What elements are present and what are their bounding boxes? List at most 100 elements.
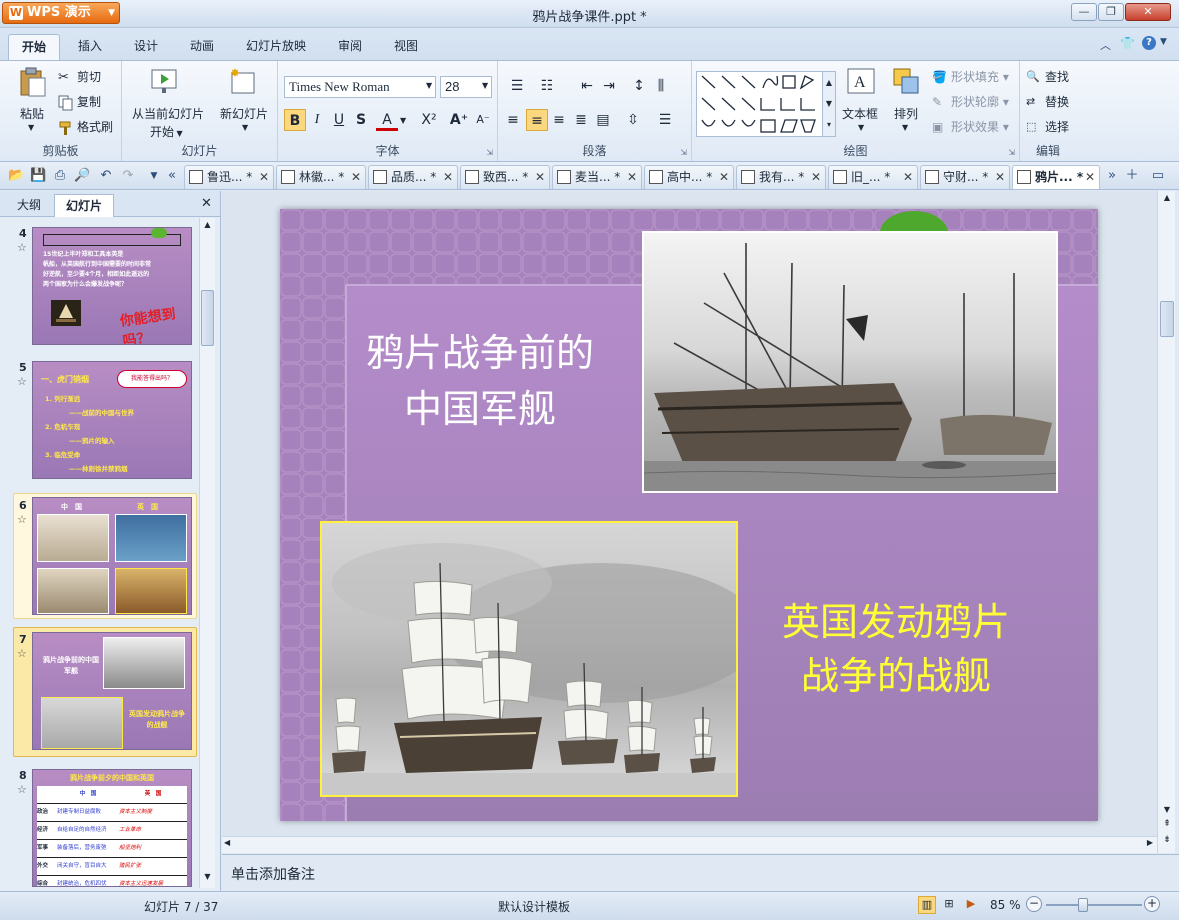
doc-tab[interactable]: 守财... * ✕ bbox=[920, 165, 1010, 189]
decrease-indent-icon[interactable]: ⇤ bbox=[576, 75, 598, 97]
doc-tab[interactable]: 品质... * ✕ bbox=[368, 165, 458, 189]
tab-insert[interactable]: 插入 bbox=[64, 34, 116, 60]
slide-thumb-8[interactable]: 8 ☆ 鸦片战争前夕的中国和英国 中 国 英 国 政治 封建专制日益腐败 资本主义制度… bbox=[0, 769, 200, 887]
dialog-launcher-icon[interactable]: ⇲ bbox=[680, 148, 687, 157]
tabs-scroll-left-icon[interactable]: « bbox=[164, 168, 180, 184]
normal-view-icon[interactable]: ▥ bbox=[918, 896, 936, 914]
chevron-down-icon[interactable]: ▼ bbox=[426, 81, 432, 90]
underline-button[interactable]: U bbox=[328, 109, 350, 131]
bullets-icon[interactable]: ☰ bbox=[506, 75, 528, 97]
scroll-left-icon[interactable]: ◀ bbox=[224, 838, 230, 847]
zoom-in-button[interactable]: + bbox=[1144, 896, 1160, 912]
restore-button[interactable]: ❐ bbox=[1098, 3, 1124, 21]
print-preview-icon[interactable]: 🔎 bbox=[74, 168, 90, 184]
new-slide-button[interactable]: 新幻灯片 bbox=[220, 105, 268, 122]
photo-british-warships[interactable] bbox=[320, 521, 738, 797]
close-tab-icon[interactable]: ✕ bbox=[535, 166, 545, 188]
panel-scrollbar[interactable]: ▲ ▼ bbox=[199, 218, 215, 888]
shrink-font-icon[interactable]: A⁻ bbox=[472, 109, 494, 131]
chevron-down-icon[interactable]: ▼ bbox=[858, 123, 864, 132]
previous-slide-icon[interactable]: ⇞ bbox=[1160, 819, 1174, 833]
slide-thumb-4[interactable]: 4 ☆ 15世纪上半叶郑和工具本英是 帆船，从英国航行到中国需要的时间非常 好逆… bbox=[0, 227, 200, 345]
gallery-scroll[interactable]: ▲ ▼ ▾ bbox=[822, 71, 836, 137]
doc-tab[interactable]: 鲁迅... * ✕ bbox=[184, 165, 274, 189]
scroll-down-icon[interactable]: ▼ bbox=[201, 872, 214, 886]
slide-sorter-icon[interactable]: ⊞ bbox=[940, 896, 958, 914]
current-slide[interactable]: 鸦片战争前的 中国军舰 英国发动鸦片 战争的战舰 bbox=[280, 209, 1098, 821]
close-tab-icon[interactable]: ✕ bbox=[903, 166, 913, 188]
print-icon[interactable]: ⎙ bbox=[52, 168, 68, 184]
close-window-button[interactable]: ✕ bbox=[1125, 3, 1171, 21]
chevron-down-icon[interactable]: ▼ bbox=[902, 123, 908, 132]
chevron-down-icon[interactable]: ▼ bbox=[1160, 37, 1167, 47]
close-tab-icon[interactable]: ✕ bbox=[995, 166, 1005, 188]
notes-placeholder[interactable]: 单击添加备注 bbox=[231, 864, 315, 884]
tab-animation[interactable]: 动画 bbox=[176, 34, 228, 60]
grow-font-icon[interactable]: A⁺ bbox=[448, 109, 470, 131]
tab-view[interactable]: 视图 bbox=[380, 34, 432, 60]
scroll-thumb[interactable] bbox=[1160, 301, 1174, 337]
zoom-level[interactable]: 85 % bbox=[990, 898, 1021, 912]
tab-list-icon[interactable]: ▭ bbox=[1150, 168, 1166, 184]
tabs-scroll-right-icon[interactable]: » bbox=[1104, 168, 1120, 184]
chevron-down-icon[interactable]: ▼ bbox=[482, 81, 488, 90]
open-folder-icon[interactable]: 📂 bbox=[8, 168, 24, 184]
close-tab-icon[interactable]: ✕ bbox=[351, 166, 361, 188]
dialog-launcher-icon[interactable]: ⇲ bbox=[1008, 148, 1015, 157]
align-left-icon[interactable]: ≡ bbox=[502, 109, 524, 131]
cut-button[interactable]: ✂ 剪切 bbox=[58, 68, 101, 86]
undo-icon[interactable]: ↶ bbox=[98, 168, 114, 184]
slideshow-icon[interactable]: ▶ bbox=[962, 896, 980, 914]
slide-text-right[interactable]: 英国发动鸦片 战争的战舰 bbox=[758, 595, 1034, 703]
paste-button[interactable]: 粘贴 bbox=[20, 105, 44, 122]
close-tab-icon[interactable]: ✕ bbox=[259, 166, 269, 188]
collapse-ribbon-icon[interactable]: ︿ bbox=[1100, 37, 1111, 53]
redo-icon[interactable]: ↷ bbox=[120, 168, 136, 184]
chevron-down-icon[interactable]: ▼ bbox=[400, 116, 406, 125]
skin-icon[interactable]: 👕 bbox=[1120, 36, 1135, 50]
scroll-up-icon[interactable]: ▲ bbox=[1160, 193, 1174, 207]
doc-tab[interactable]: 高中... * ✕ bbox=[644, 165, 734, 189]
doc-tab[interactable]: 旧_... * ✕ bbox=[828, 165, 918, 189]
font-color-icon[interactable]: A bbox=[376, 109, 398, 131]
find-button[interactable]: 🔍 查找 bbox=[1026, 68, 1069, 86]
arrange-button[interactable]: 排列 bbox=[894, 105, 918, 122]
help-icon[interactable]: ? bbox=[1142, 36, 1156, 50]
tab-home[interactable]: 开始 bbox=[8, 34, 60, 60]
tab-slides[interactable]: 幻灯片 bbox=[54, 194, 114, 217]
doc-tab[interactable]: 林徽... * ✕ bbox=[276, 165, 366, 189]
bold-button[interactable]: B bbox=[284, 109, 306, 131]
scroll-right-icon[interactable]: ▶ bbox=[1147, 838, 1153, 847]
distribute-icon[interactable]: ▤ bbox=[592, 109, 614, 131]
close-tab-icon[interactable]: ✕ bbox=[443, 166, 453, 188]
tab-design[interactable]: 设计 bbox=[120, 34, 172, 60]
save-icon[interactable]: 💾 bbox=[30, 168, 46, 184]
chevron-down-icon[interactable]: ▼ bbox=[242, 123, 248, 132]
shape-outline-button[interactable]: ✎ 形状轮廓 ▾ bbox=[932, 93, 1009, 111]
doc-tab[interactable]: 我有... * ✕ bbox=[736, 165, 826, 189]
align-center-icon[interactable]: ≡ bbox=[526, 109, 548, 131]
start-label[interactable]: 开始 ▼ bbox=[150, 123, 183, 140]
superscript-icon[interactable]: X² bbox=[418, 109, 440, 131]
columns-icon[interactable]: ☰ bbox=[654, 109, 676, 131]
increase-indent-icon[interactable]: ⇥ bbox=[598, 75, 620, 97]
close-tab-icon[interactable]: ✕ bbox=[627, 166, 637, 188]
zoom-out-button[interactable]: − bbox=[1026, 896, 1042, 912]
numbering-icon[interactable]: ☷ bbox=[536, 75, 558, 97]
font-name-select[interactable]: Times New Roman bbox=[284, 76, 436, 98]
justify-icon[interactable]: ≣ bbox=[570, 109, 592, 131]
scroll-down-icon[interactable]: ▼ bbox=[1160, 805, 1174, 817]
select-button[interactable]: ⬚ 选择 bbox=[1026, 118, 1069, 136]
slide-thumb-5[interactable]: 5 ☆ 一、虎门销烟 我能答得出吗？ 1. 列行渐远 ——战前的中国与世界 2.… bbox=[0, 361, 200, 479]
align-right-icon[interactable]: ≡ bbox=[548, 109, 570, 131]
minimize-button[interactable]: — bbox=[1071, 3, 1097, 21]
tab-slideshow[interactable]: 幻灯片放映 bbox=[236, 34, 316, 60]
shape-effect-button[interactable]: ▣ 形状效果 ▾ bbox=[932, 118, 1009, 136]
next-slide-icon[interactable]: ⇟ bbox=[1160, 835, 1174, 849]
customize-toolbar-icon[interactable]: ▼ bbox=[146, 168, 162, 184]
close-tab-icon[interactable]: ✕ bbox=[719, 166, 729, 188]
slide-thumb-6[interactable]: 6 ☆ 中 国 英 国 bbox=[0, 493, 200, 619]
slide-text-left[interactable]: 鸦片战争前的 中国军舰 bbox=[340, 325, 620, 437]
close-panel-icon[interactable]: ✕ bbox=[201, 196, 212, 211]
text-direction-icon[interactable]: ⫼ bbox=[650, 75, 672, 97]
